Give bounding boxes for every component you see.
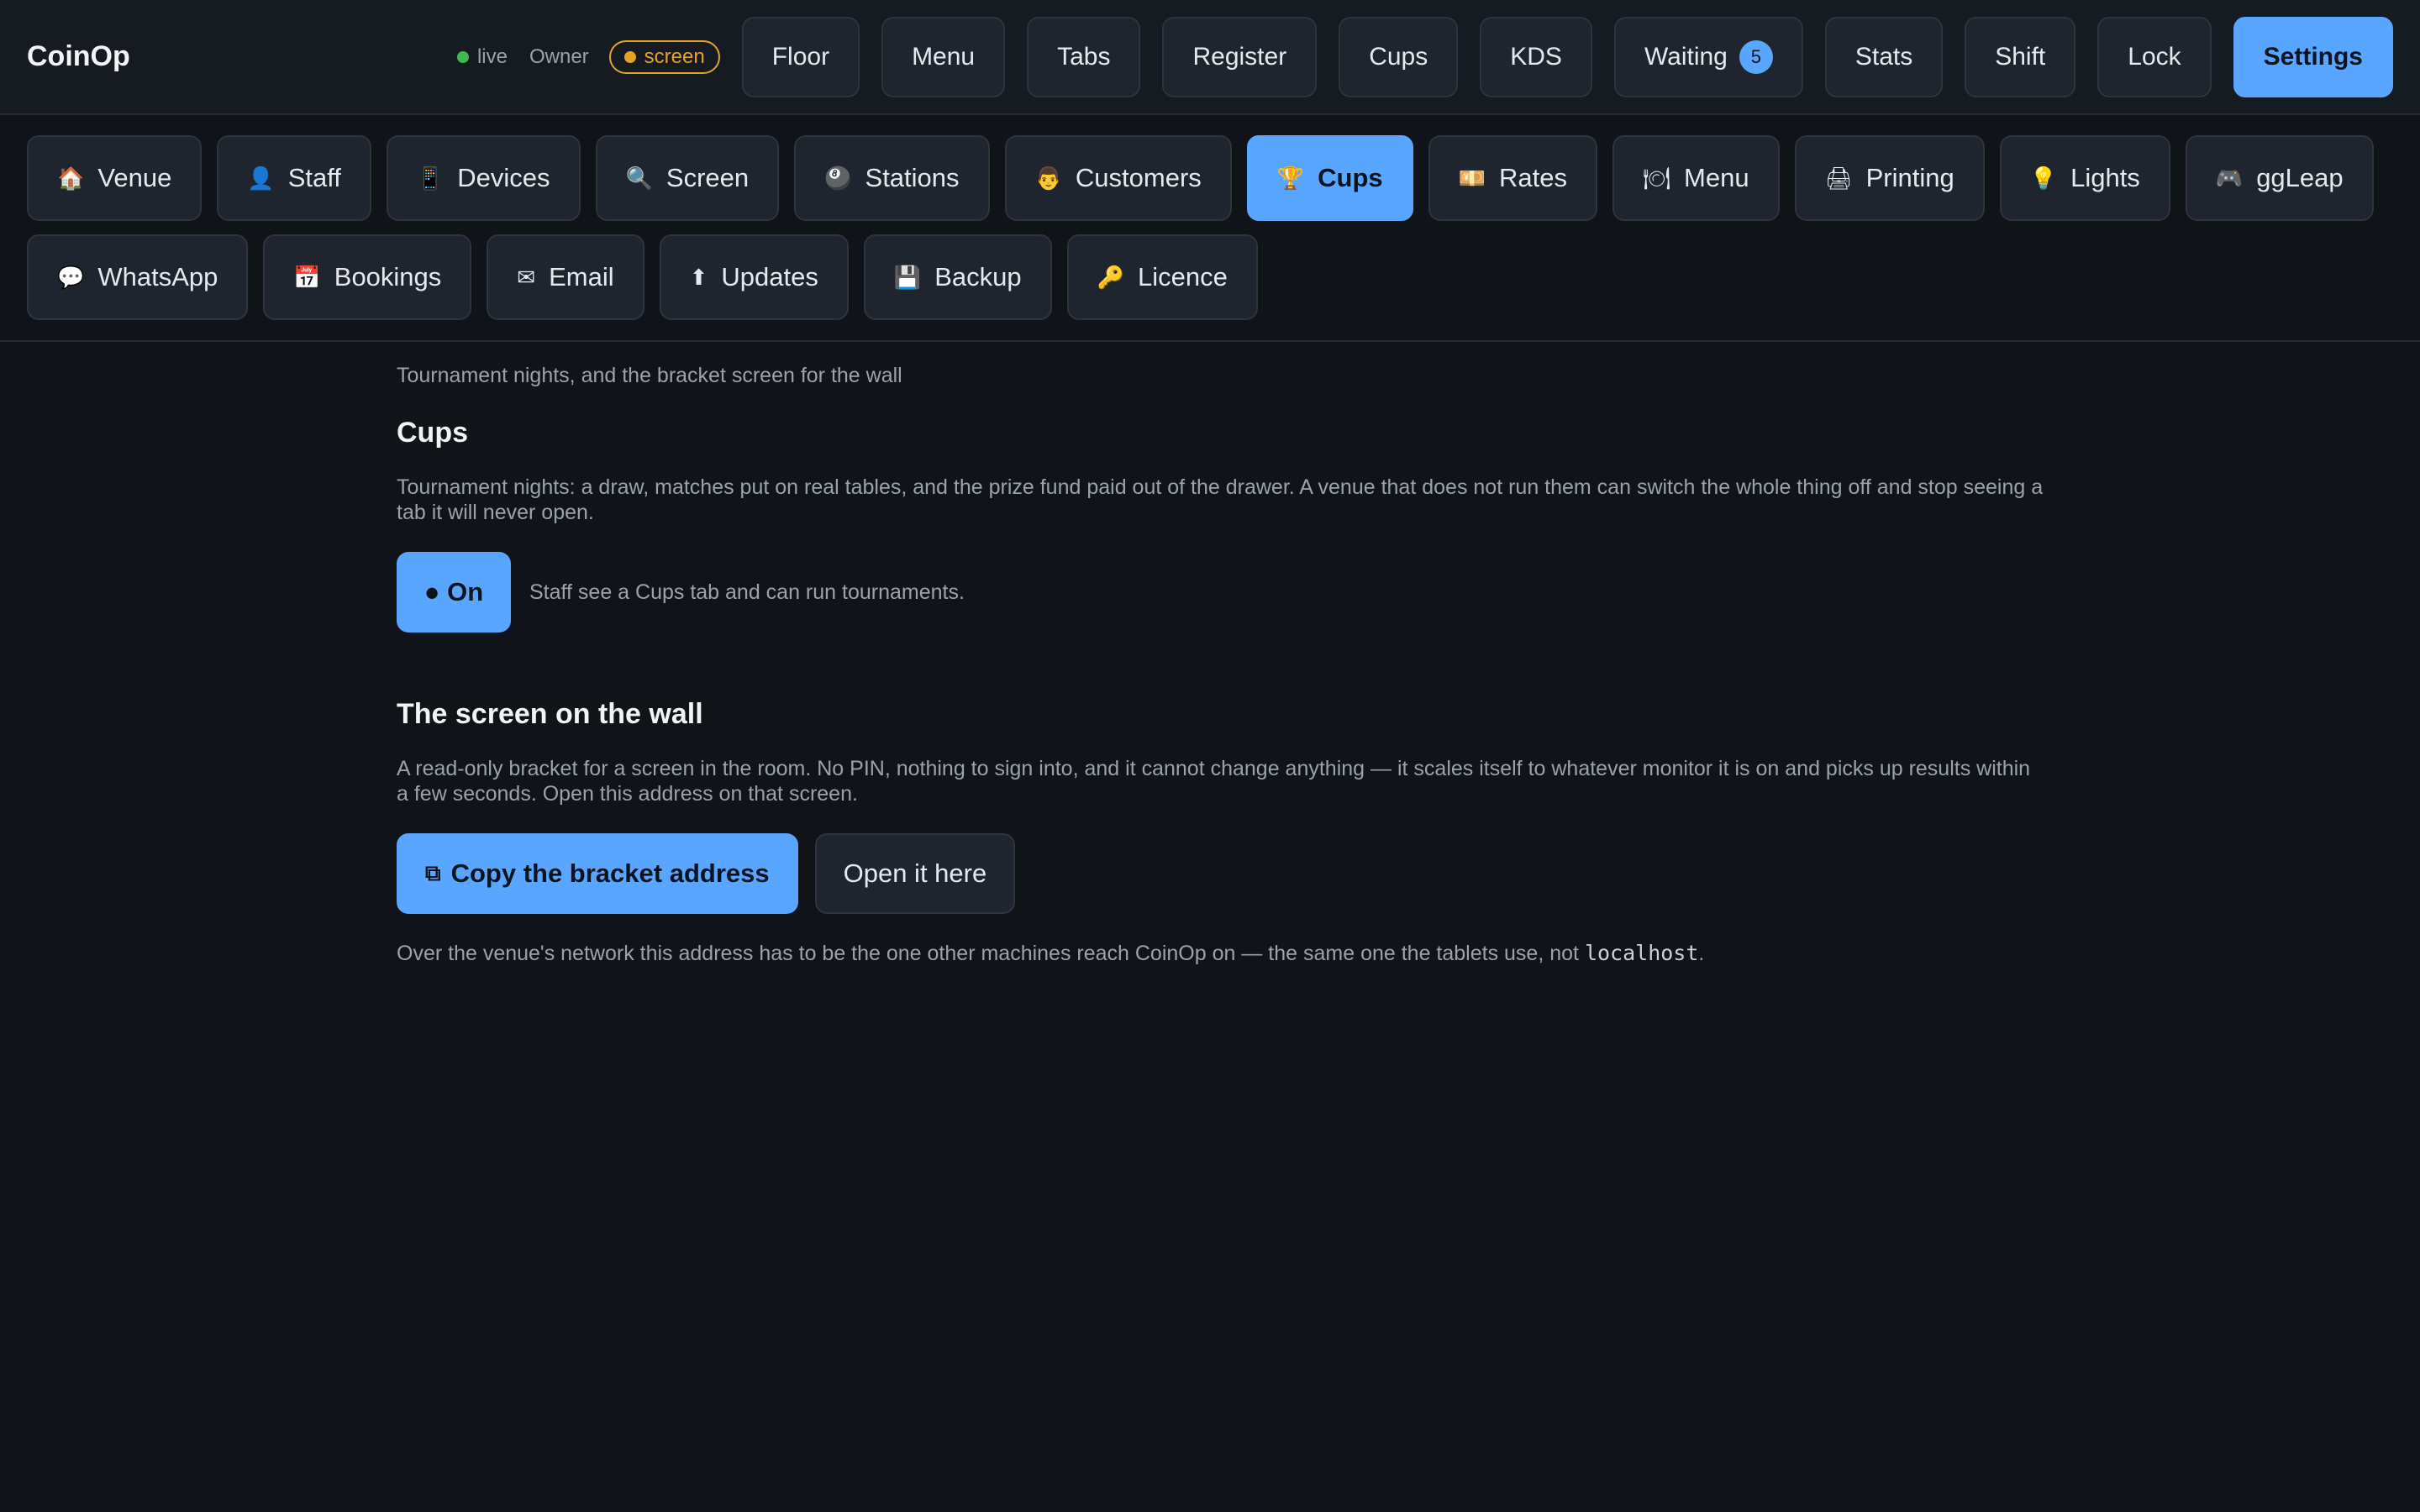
tab-backup[interactable]: 💾 Backup	[863, 234, 1052, 320]
tab-label: Screen	[666, 163, 750, 192]
phone-icon: 📱	[416, 165, 445, 191]
tab-stations[interactable]: 🎱 Stations	[794, 135, 990, 221]
trophy-icon: 🏆	[1276, 165, 1305, 191]
nav-floor-button[interactable]: Floor	[741, 16, 860, 97]
wall-screen-heading: The screen on the wall	[397, 698, 703, 730]
tab-label: Email	[549, 262, 614, 291]
tab-label: Licence	[1138, 262, 1228, 291]
face-icon: 👨	[1034, 165, 1062, 191]
tab-label: Devices	[457, 163, 550, 192]
open-bracket-here-button[interactable]: Open it here	[814, 833, 1016, 914]
nav-waiting-label: Waiting	[1644, 42, 1728, 71]
nav-cups-button[interactable]: Cups	[1339, 16, 1459, 97]
nav-kds-button[interactable]: KDS	[1480, 16, 1592, 97]
tab-staff[interactable]: 👤 Staff	[217, 135, 371, 221]
app-title: CoinOp	[27, 40, 130, 72]
live-indicator: live	[456, 45, 508, 69]
top-bar: CoinOp live Owner screen Floor Menu Tabs…	[0, 0, 2420, 115]
nav-lock-button[interactable]: Lock	[2097, 16, 2212, 97]
tab-whatsapp[interactable]: 💬 WhatsApp	[27, 234, 249, 320]
copy-icon: ⧉	[425, 860, 441, 885]
tab-screen[interactable]: 🔍 Screen	[595, 135, 780, 221]
tab-rates[interactable]: 💴 Rates	[1428, 135, 1598, 221]
tab-venue[interactable]: 🏠 Venue	[27, 135, 203, 221]
nav-waiting-button[interactable]: Waiting 5	[1613, 16, 1803, 97]
footnote-text: Over the venue's network this address ha…	[397, 942, 1585, 965]
main-nav: Floor Menu Tabs Register Cups KDS Waitin…	[741, 16, 2393, 97]
tab-label: Bookings	[334, 262, 442, 291]
screen-mode-pill: screen	[608, 39, 720, 74]
calendar-icon: 📅	[293, 264, 321, 290]
nav-shift-button[interactable]: Shift	[1965, 16, 2076, 97]
printer-icon: 🖨	[1824, 165, 1853, 191]
tab-updates[interactable]: ⬆ Updates	[659, 234, 849, 320]
key-icon: 🔑	[1097, 264, 1125, 290]
tab-label: Updates	[721, 262, 818, 291]
house-icon: 🏠	[57, 165, 85, 191]
up-arrow-icon: ⬆	[689, 264, 708, 290]
tab-bookings[interactable]: 📅 Bookings	[263, 234, 472, 320]
tab-label: ggLeap	[2256, 163, 2344, 192]
tab-label: Staff	[287, 163, 341, 192]
tab-licence[interactable]: 🔑 Licence	[1066, 234, 1258, 320]
mode-dot-icon	[623, 50, 636, 63]
copy-bracket-address-label: Copy the bracket address	[450, 858, 770, 888]
speech-bubble-icon: 💬	[57, 264, 85, 290]
cups-toggle-note: Staff see a Cups tab and can run tournam…	[529, 580, 965, 604]
tab-lights[interactable]: 💡 Lights	[1999, 135, 2170, 221]
tab-devices[interactable]: 📱 Devices	[386, 135, 581, 221]
banknote-icon: 💴	[1458, 165, 1486, 191]
cups-heading: Cups	[397, 417, 468, 449]
copy-bracket-address-button[interactable]: ⧉ Copy the bracket address	[397, 833, 798, 914]
tab-menu[interactable]: 🍽 Menu	[1612, 135, 1780, 221]
tab-label: Backup	[934, 262, 1022, 291]
footnote-end: .	[1698, 942, 1705, 965]
localhost-code: localhost	[1584, 941, 1699, 965]
tab-label: Venue	[97, 163, 172, 192]
pool-ball-icon: 🎱	[824, 165, 852, 191]
role-label: Owner	[529, 45, 589, 68]
settings-tab-row-2: 💬 WhatsApp 📅 Bookings ✉ Email ⬆ Updates 💾 Bac…	[27, 234, 2393, 320]
gamepad-icon: 🎮	[2215, 165, 2244, 191]
wall-screen-actions: ⧉ Copy the bracket address Open it here	[397, 833, 2420, 914]
wall-screen-description: A read-only bracket for a screen in the …	[397, 757, 2031, 806]
tab-label: WhatsApp	[97, 262, 218, 291]
person-icon: 👤	[247, 165, 275, 191]
page-intro: Tournament nights, and the bracket scree…	[397, 364, 902, 387]
nav-tabs-button[interactable]: Tabs	[1027, 16, 1141, 97]
cups-enabled-toggle[interactable]: ● On	[397, 552, 511, 633]
mode-pill-label: screen	[644, 45, 705, 68]
tab-label: Printing	[1865, 163, 1954, 192]
tab-label: Stations	[865, 163, 960, 192]
cups-settings-panel: Tournament nights, and the bracket scree…	[0, 364, 2420, 966]
tab-label: Lights	[2070, 163, 2140, 192]
status-area: live Owner screen	[456, 39, 720, 74]
waiting-count-badge: 5	[1739, 39, 1773, 74]
settings-tabs: 🏠 Venue 👤 Staff 📱 Devices 🔍 Screen 🎱 Stations…	[0, 115, 2420, 342]
tab-customers[interactable]: 👨 Customers	[1004, 135, 1232, 221]
envelope-icon: ✉	[517, 264, 536, 290]
tab-label: Menu	[1684, 163, 1749, 192]
cups-description: Tournament nights: a draw, matches put o…	[397, 475, 2044, 524]
nav-stats-button[interactable]: Stats	[1824, 16, 1944, 97]
bulb-icon: 💡	[2029, 165, 2058, 191]
nav-menu-button[interactable]: Menu	[881, 16, 1006, 97]
plate-icon: 🍽	[1643, 165, 1671, 191]
magnifier-icon: 🔍	[625, 165, 653, 191]
tab-email[interactable]: ✉ Email	[487, 234, 644, 320]
tab-label: Cups	[1318, 163, 1383, 192]
tab-printing[interactable]: 🖨 Printing	[1794, 135, 1985, 221]
cups-toggle-row: ● On Staff see a Cups tab and can run to…	[397, 552, 2420, 633]
tab-cups[interactable]: 🏆 Cups	[1246, 135, 1413, 221]
network-footnote: Over the venue's network this address ha…	[397, 941, 2420, 966]
live-label: live	[476, 45, 508, 68]
settings-tab-row-1: 🏠 Venue 👤 Staff 📱 Devices 🔍 Screen 🎱 Stations…	[27, 135, 2393, 221]
tab-label: Customers	[1075, 163, 1202, 192]
nav-settings-button[interactable]: Settings	[2233, 16, 2393, 97]
tab-label: Rates	[1499, 163, 1568, 192]
floppy-disk-icon: 💾	[893, 264, 922, 290]
live-dot-icon	[456, 50, 469, 63]
tab-ggleap[interactable]: 🎮 ggLeap	[2185, 135, 2374, 221]
nav-register-button[interactable]: Register	[1162, 16, 1318, 97]
